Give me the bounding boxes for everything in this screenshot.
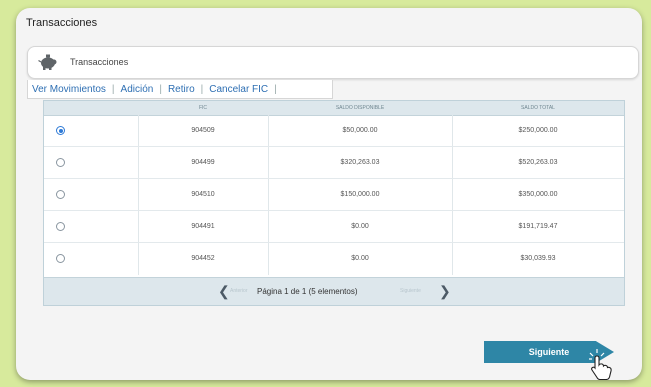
fic-table: FIC SALDO DISPONIBLE SALDO TOTAL 904509 … [43,100,625,306]
row-radio[interactable] [56,126,65,135]
cell-saldo-total: $191,719.47 [518,223,558,230]
pager-prev-label[interactable]: Anterior [230,288,248,294]
cell-fic: 904499 [191,159,215,166]
cell-saldo-disponible: $150,000.00 [340,191,380,198]
cell-saldo-disponible: $0.00 [351,223,369,230]
row-radio[interactable] [56,190,65,199]
cell-saldo-total: $250,000.00 [518,127,558,134]
cell-saldo-total: $350,000.00 [518,191,558,198]
cell-saldo-disponible: $50,000.00 [342,127,378,134]
hand-cursor-icon [588,348,614,380]
table-header: FIC SALDO DISPONIBLE SALDO TOTAL [44,101,624,116]
tab-separator: | [111,83,115,95]
row-radio[interactable] [56,222,65,231]
window-title: Transacciones [26,17,98,29]
cell-saldo-disponible: $320,263.03 [340,159,380,166]
cell-saldo-total: $30,039.93 [520,255,556,262]
transactions-panel-header: Transacciones [27,46,639,79]
tab-separator: | [200,83,204,95]
column-header-fic: FIC [198,105,208,111]
tab-adicion[interactable]: Adición [121,84,154,95]
chevron-left-icon[interactable]: ❮ [218,283,230,299]
row-radio[interactable] [56,254,65,263]
cell-fic: 904452 [191,255,215,262]
column-header-saldo-total: SALDO TOTAL [521,105,555,111]
tab-cancelar-fic[interactable]: Cancelar FIC [209,84,268,95]
row-radio[interactable] [56,158,65,167]
tab-retiro[interactable]: Retiro [168,84,195,95]
table-row[interactable]: 904499 $320,263.03 $520,263.03 [44,148,624,179]
action-tabs: Ver Movimientos | Adición | Retiro | Can… [27,80,333,99]
tab-ver-movimientos[interactable]: Ver Movimientos [32,84,106,95]
column-header-saldo-disponible: SALDO DISPONIBLE [335,105,385,111]
panel-label: Transacciones [70,57,129,67]
chevron-right-icon[interactable]: ❯ [439,283,451,299]
piggy-bank-icon [38,53,58,71]
tab-separator: | [159,83,162,95]
table-row[interactable]: 904510 $150,000.00 $350,000.00 [44,180,624,211]
pager-next-label[interactable]: Siguiente [400,288,421,294]
tab-separator: | [274,83,277,95]
pager-info: Página 1 de 1 (5 elementos) [257,287,358,296]
cell-saldo-disponible: $0.00 [351,255,369,262]
transactions-window: Transacciones Transacciones Ver Movimien… [16,8,642,380]
table-row[interactable]: 904452 $0.00 $30,039.93 [44,244,624,274]
cell-fic: 904509 [191,127,215,134]
table-row[interactable]: 904509 $50,000.00 $250,000.00 [44,116,624,147]
table-row[interactable]: 904491 $0.00 $191,719.47 [44,212,624,243]
cell-fic: 904510 [191,191,215,198]
cell-fic: 904491 [191,223,215,230]
pagination-bar: ❮ Anterior Página 1 de 1 (5 elementos) S… [44,277,624,305]
cell-saldo-total: $520,263.03 [518,159,558,166]
